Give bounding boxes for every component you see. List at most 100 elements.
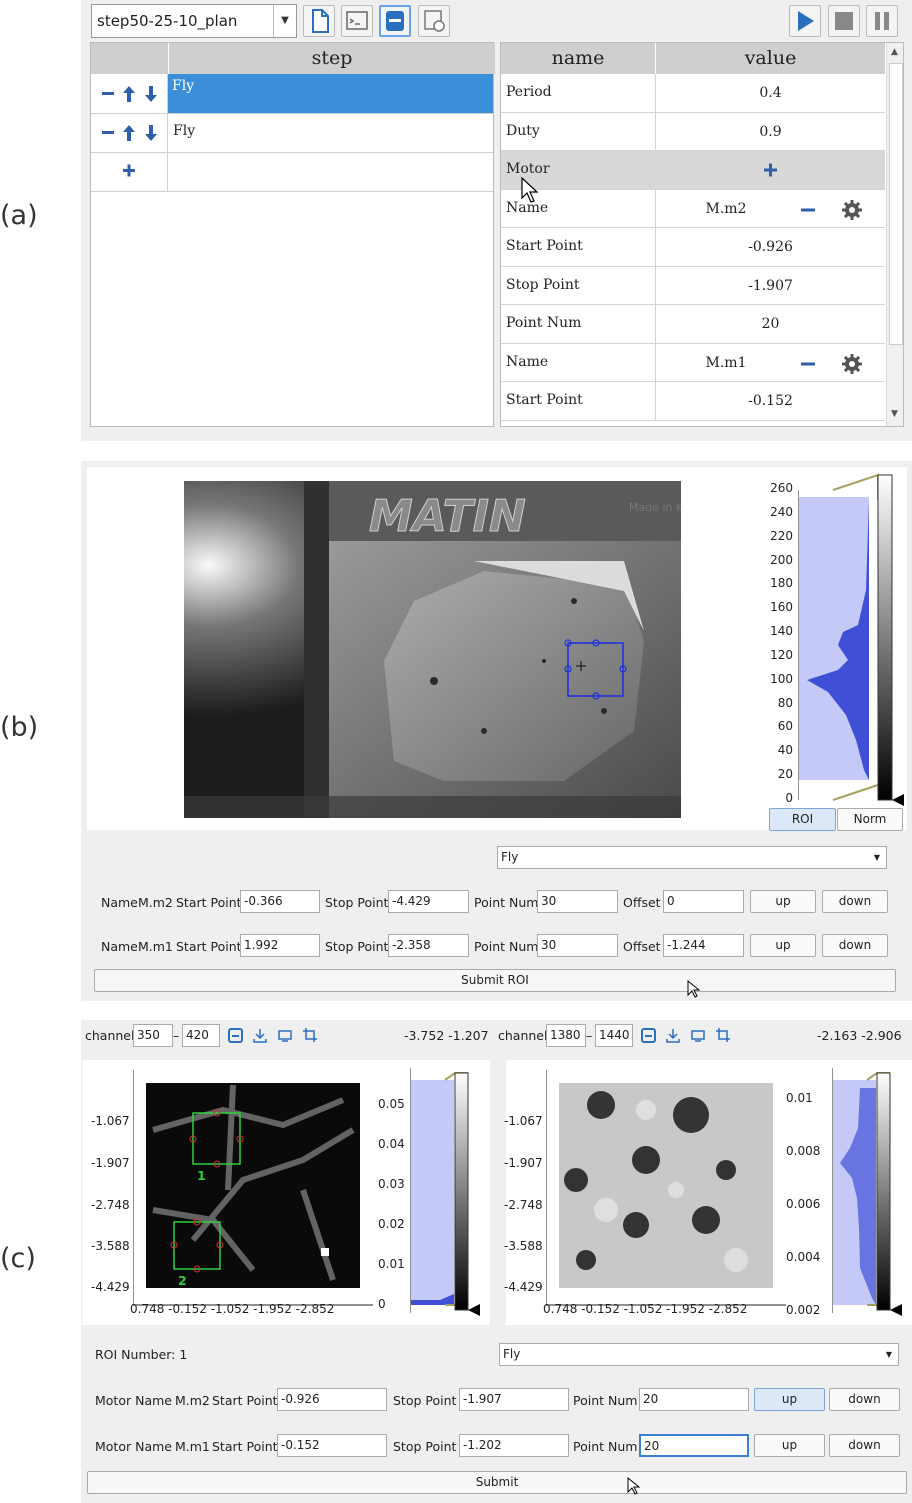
histogram-tick-label: 260: [770, 481, 793, 495]
down-button[interactable]: down: [829, 1434, 900, 1457]
panel-label-c: (c): [0, 1243, 36, 1274]
point-num-input[interactable]: 20: [639, 1388, 749, 1411]
histogram-tick-label: 60: [777, 719, 793, 734]
scan-mode-select[interactable]: Fly ▼: [497, 846, 887, 869]
gear-icon[interactable]: [841, 199, 863, 221]
monitor-icon[interactable]: [277, 1027, 294, 1044]
scroll-down-icon[interactable]: ▼: [891, 409, 898, 419]
stop-point-input[interactable]: -2.358: [388, 934, 469, 957]
param-row[interactable]: Start Point -0.152: [501, 382, 885, 421]
down-button[interactable]: down: [822, 934, 888, 957]
channel-to-input[interactable]: 1440: [595, 1024, 633, 1047]
param-value[interactable]: 0.4: [656, 85, 885, 101]
chevron-down-icon[interactable]: ▼: [874, 847, 880, 868]
step-column-header: step: [168, 43, 495, 74]
save-icon[interactable]: [640, 1027, 657, 1044]
param-value[interactable]: -1.907: [656, 278, 885, 294]
start-point-input[interactable]: -0.926: [277, 1388, 387, 1411]
stop-point-input[interactable]: -1.907: [459, 1388, 569, 1411]
start-point-input[interactable]: 1.992: [240, 934, 320, 957]
save-button[interactable]: [379, 5, 411, 37]
stop-button[interactable]: [828, 5, 860, 37]
scan-mode-select[interactable]: Fly ▼: [499, 1343, 899, 1366]
point-num-input[interactable]: 30: [537, 934, 618, 957]
offset-input[interactable]: 0: [663, 890, 744, 913]
param-value[interactable]: M.m2: [656, 201, 796, 217]
monitor-icon[interactable]: [690, 1027, 707, 1044]
chevron-down-icon[interactable]: ▼: [886, 1344, 892, 1365]
channel-to-input[interactable]: 420: [182, 1024, 220, 1047]
export-script-button[interactable]: [418, 5, 450, 37]
scroll-up-icon[interactable]: ▲: [891, 47, 898, 57]
up-button[interactable]: up: [754, 1388, 825, 1411]
up-button[interactable]: up: [750, 890, 816, 913]
new-file-button[interactable]: [303, 5, 335, 37]
pause-button[interactable]: [866, 5, 898, 37]
offset-label: Offset: [623, 895, 661, 910]
step-name[interactable]: Fly: [173, 123, 195, 139]
param-scrollbar[interactable]: ▲ ▼: [886, 43, 903, 426]
down-button[interactable]: down: [829, 1388, 900, 1411]
terminal-button[interactable]: [341, 5, 373, 37]
param-row[interactable]: Name M.m2: [501, 189, 885, 228]
up-button[interactable]: up: [750, 934, 816, 957]
stop-point-label: Stop Point: [393, 1393, 457, 1408]
param-value[interactable]: -0.926: [656, 239, 885, 255]
plus-icon[interactable]: [91, 152, 168, 191]
point-num-input[interactable]: 20: [639, 1434, 749, 1457]
remove-motor-icon[interactable]: [798, 354, 818, 374]
param-row[interactable]: Motor: [501, 151, 885, 190]
param-table: name value Period 0.4 Duty 0.9 Motor Name M.m2…: [500, 42, 904, 427]
chevron-down-icon[interactable]: ▼: [273, 5, 296, 37]
param-row[interactable]: Stop Point -1.907: [501, 266, 885, 305]
start-point-input[interactable]: -0.366: [240, 890, 320, 913]
save-icon[interactable]: [227, 1027, 244, 1044]
plan-select[interactable]: step50-25-10_plan ▼: [91, 4, 297, 38]
channel-from-input[interactable]: 1380: [546, 1024, 586, 1047]
param-row[interactable]: Period 0.4: [501, 74, 885, 113]
param-value[interactable]: 20: [656, 316, 885, 332]
param-value[interactable]: 0.9: [656, 124, 885, 140]
step-table: step Fly Fly: [90, 42, 495, 427]
stop-point-label: Stop Point: [393, 1439, 457, 1454]
offset-input[interactable]: -1.244: [663, 934, 744, 957]
remove-motor-icon[interactable]: [798, 200, 818, 220]
param-value[interactable]: M.m1: [656, 355, 796, 371]
param-name: Period: [506, 84, 552, 100]
gear-icon[interactable]: [841, 353, 863, 375]
step-row[interactable]: Fly: [91, 113, 493, 153]
download-icon[interactable]: [665, 1027, 682, 1044]
download-icon[interactable]: [252, 1027, 269, 1044]
add-motor-icon[interactable]: [761, 160, 781, 180]
step-row[interactable]: Fly: [91, 74, 493, 114]
param-value[interactable]: -0.152: [656, 393, 885, 409]
add-step-row[interactable]: [91, 152, 493, 192]
channel-from-input[interactable]: 350: [133, 1024, 173, 1047]
histogram-tick-label: 140: [770, 624, 793, 639]
crop-icon[interactable]: [302, 1027, 319, 1044]
param-row[interactable]: Name M.m1: [501, 343, 885, 382]
scrollbar-thumb[interactable]: [889, 63, 903, 345]
norm-mode-button[interactable]: Norm: [837, 808, 903, 831]
param-row[interactable]: Point Num 20: [501, 305, 885, 344]
param-row[interactable]: Duty 0.9: [501, 112, 885, 151]
colorbar-tick-label: 0.01: [378, 1257, 405, 1271]
stop-point-input[interactable]: -4.429: [388, 890, 469, 913]
step-name[interactable]: Fly: [168, 74, 493, 113]
param-row[interactable]: Start Point -0.926: [501, 228, 885, 267]
down-button[interactable]: down: [822, 890, 888, 913]
roi-mode-button[interactable]: ROI: [769, 808, 836, 831]
stop-point-input[interactable]: -1.202: [459, 1434, 569, 1457]
submit-button[interactable]: Submit: [87, 1471, 907, 1494]
histogram-tick-label: 0: [785, 791, 793, 805]
motor-name-value: M.m2: [175, 1393, 210, 1408]
start-point-input[interactable]: -0.152: [277, 1434, 387, 1457]
submit-roi-button[interactable]: Submit ROI: [94, 969, 896, 992]
up-button[interactable]: up: [754, 1434, 825, 1457]
colorbar-tick-label: 0.05: [378, 1097, 405, 1111]
crop-icon[interactable]: [715, 1027, 732, 1044]
run-button[interactable]: [789, 5, 821, 37]
new-file-icon: [312, 9, 329, 33]
point-num-input[interactable]: 30: [537, 890, 618, 913]
motor-name-value: M.m1: [138, 939, 173, 954]
